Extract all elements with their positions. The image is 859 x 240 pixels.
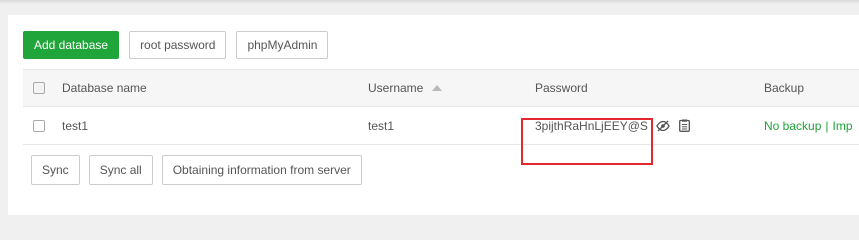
row-checkbox[interactable]	[33, 119, 45, 132]
eye-slash-icon[interactable]	[656, 120, 670, 132]
table-header: Database name Username Password Backup	[23, 69, 859, 107]
select-all-cell	[33, 70, 45, 106]
no-backup-link[interactable]: No backup	[764, 119, 821, 133]
root-password-button[interactable]: root password	[129, 31, 227, 59]
phpmyadmin-button[interactable]: phpMyAdmin	[236, 31, 329, 59]
header-username[interactable]: Username	[368, 70, 443, 106]
select-all-checkbox[interactable]	[33, 82, 45, 94]
sort-ascending-icon[interactable]	[432, 85, 443, 91]
sync-all-button[interactable]: Sync all	[88, 155, 153, 185]
password-highlight-box	[521, 118, 653, 165]
row-select-cell	[33, 107, 45, 144]
header-backup: Backup	[764, 81, 805, 95]
header-username-label: Username	[368, 81, 424, 95]
toolbar: Add database root password phpMyAdmin	[23, 31, 329, 59]
import-link[interactable]: Imp	[833, 119, 853, 133]
window-top-shadow	[0, 0, 859, 4]
copy-icon[interactable]	[678, 119, 690, 132]
sync-button[interactable]: Sync	[31, 155, 80, 185]
header-database-name[interactable]: Database name	[62, 70, 147, 106]
database-name-cell: test1	[62, 118, 89, 133]
obtain-info-button[interactable]: Obtaining information from server	[161, 155, 362, 185]
database-panel: Add database root password phpMyAdmin Da…	[8, 15, 859, 215]
add-database-button[interactable]: Add database	[23, 31, 120, 59]
table-row: test1 test1 3pijthRaHnLjEEY@S No backup …	[23, 107, 859, 145]
header-password: Password	[535, 81, 588, 95]
username-cell: test1	[368, 118, 395, 133]
sync-toolbar: Sync Sync all Obtaining information from…	[31, 155, 362, 185]
backup-cell: No backup | Imp	[764, 107, 853, 144]
database-table: Database name Username Password Backup t…	[23, 69, 859, 145]
backup-separator: |	[825, 118, 829, 133]
